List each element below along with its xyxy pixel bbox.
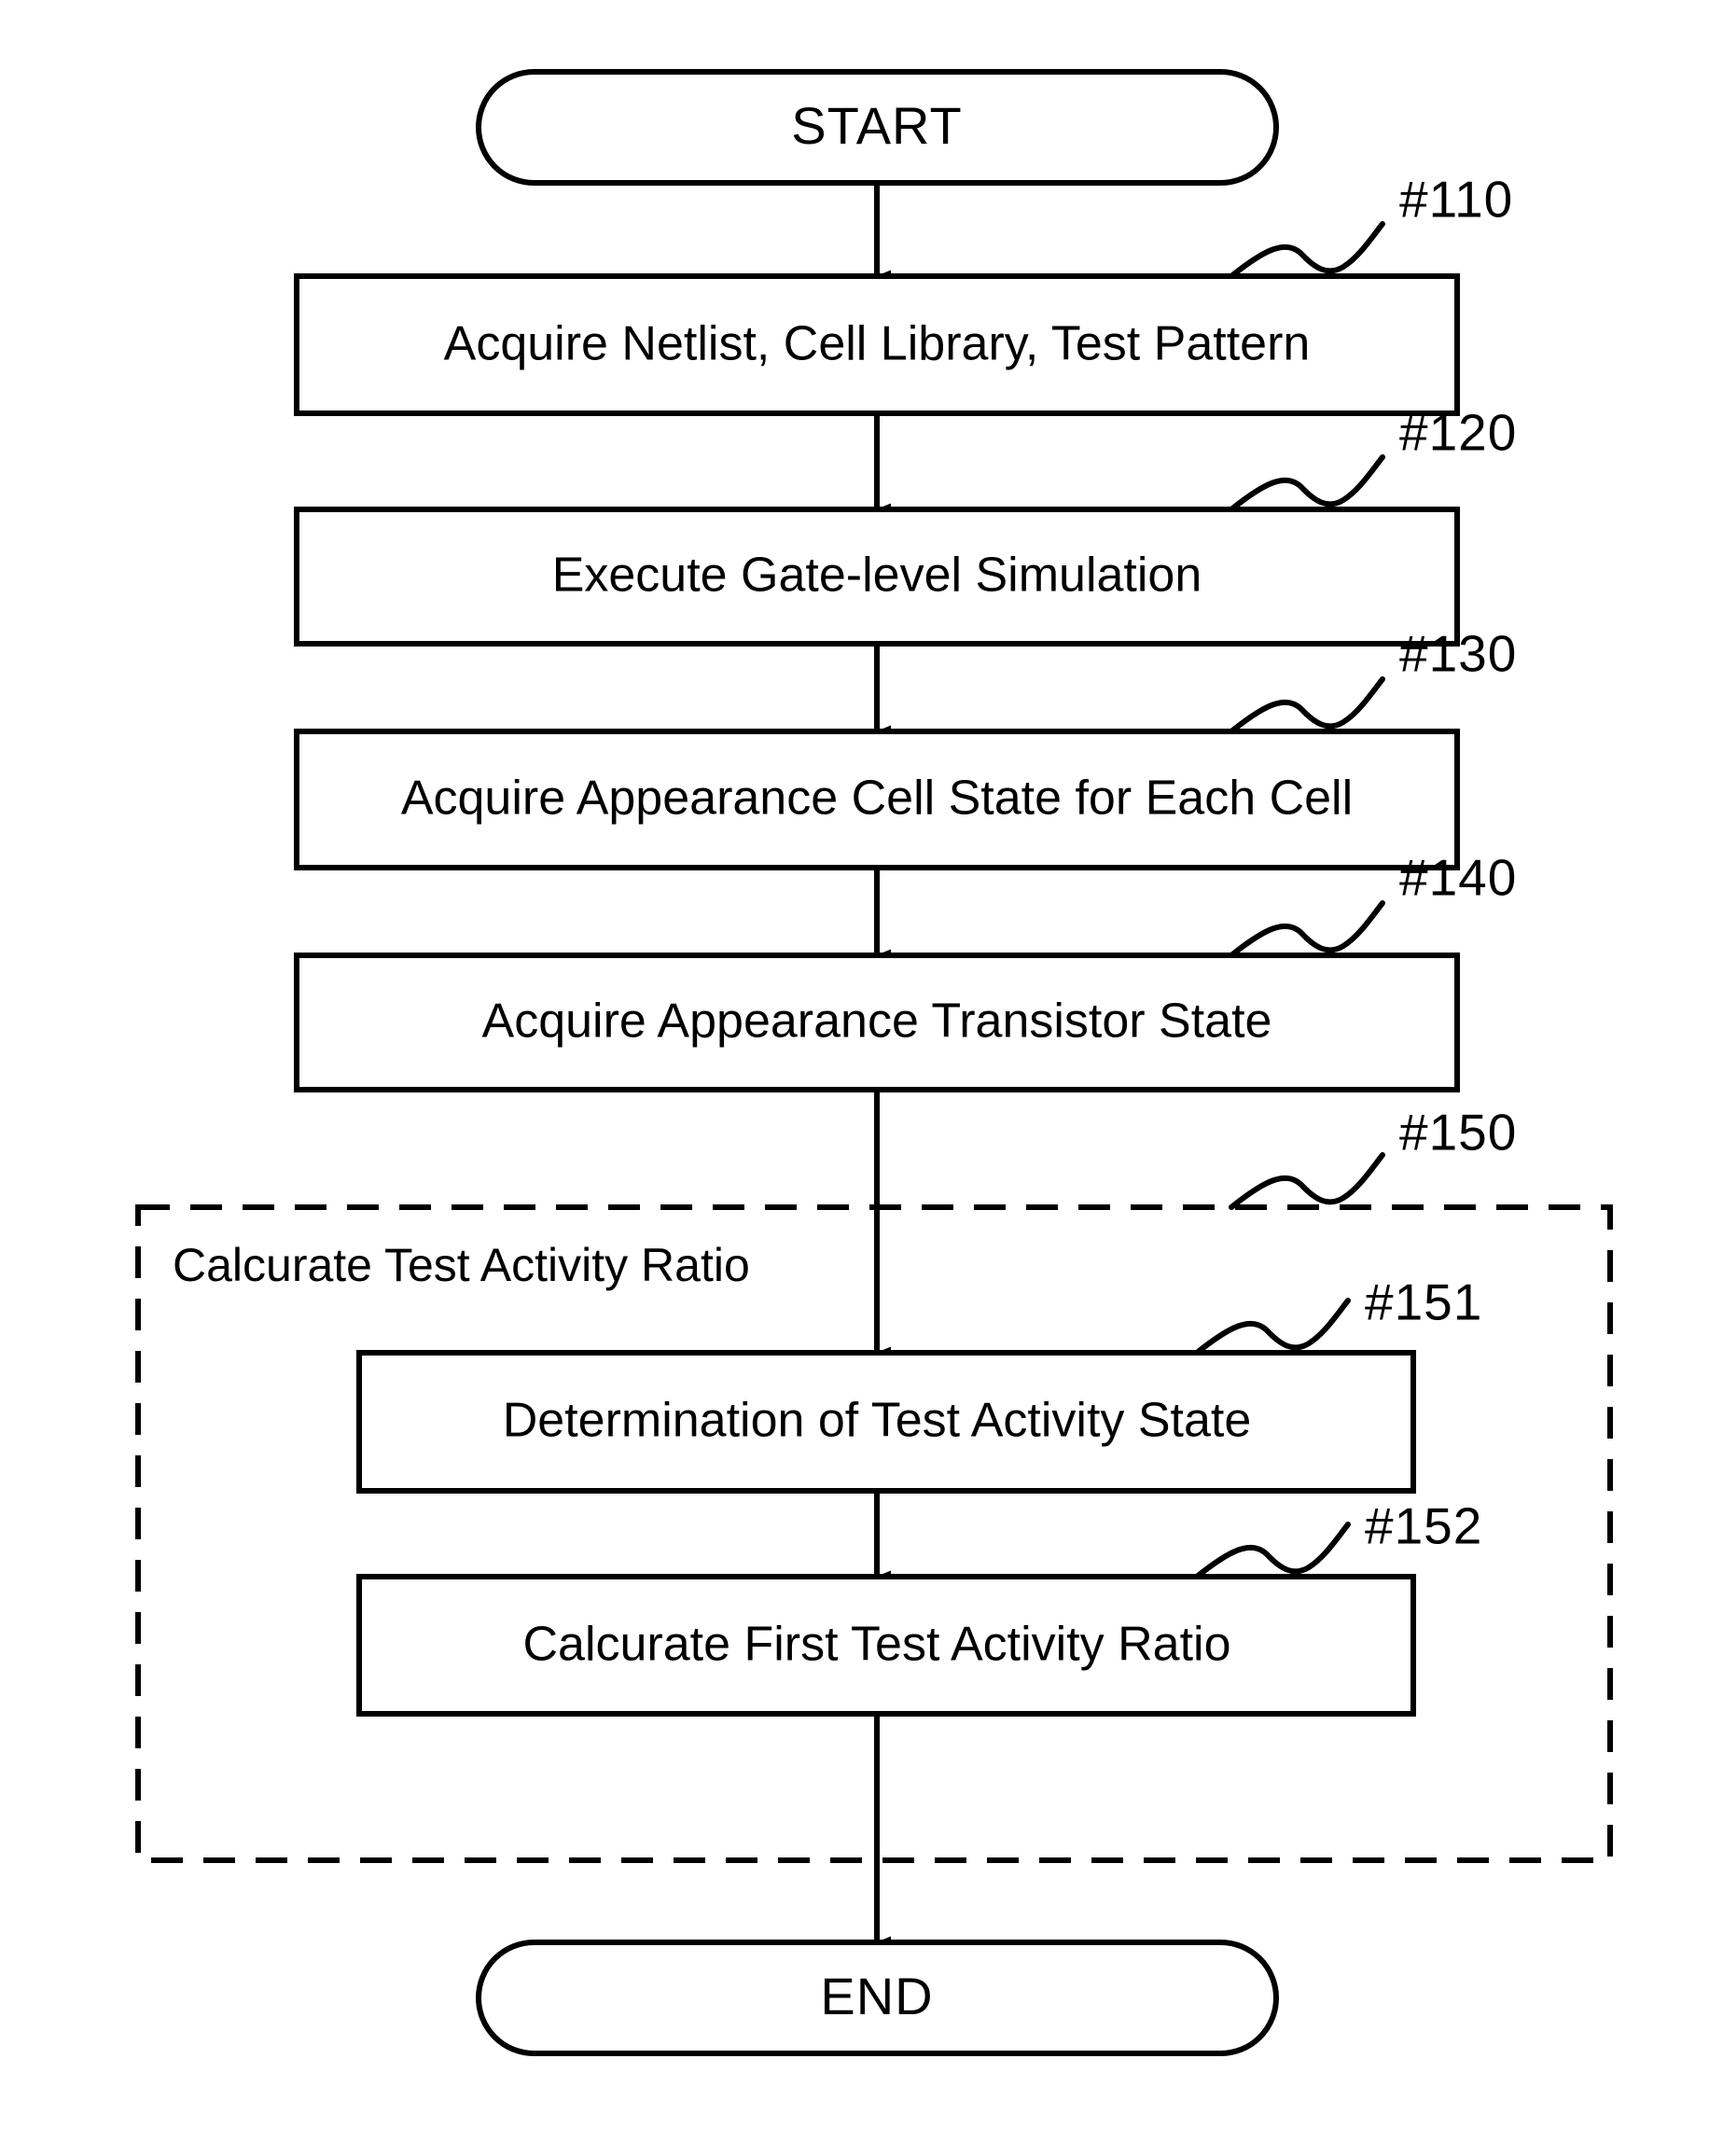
node-start: START — [476, 69, 1279, 186]
step-130-label: Acquire Appearance Cell State for Each C… — [401, 772, 1353, 826]
ref-151-squiggle — [1194, 1298, 1351, 1356]
node-step-140: Acquire Appearance Transistor State — [294, 953, 1460, 1092]
ref-110-label: #110 — [1399, 171, 1513, 229]
ref-152-squiggle — [1194, 1522, 1351, 1579]
node-step-152: Calcurate First Test Activity Ratio — [356, 1574, 1416, 1717]
step-152-label: Calcurate First Test Activity Ratio — [522, 1618, 1230, 1672]
end-label: END — [820, 1967, 933, 2025]
ref-120-label: #120 — [1399, 404, 1517, 462]
ref-150-squiggle — [1229, 1152, 1385, 1210]
ref-152-label: #152 — [1365, 1497, 1482, 1555]
ref-151-label: #151 — [1365, 1273, 1482, 1331]
flowchart-canvas: Calcurate Test Activity Ratio START Acqu… — [0, 0, 1723, 2156]
node-step-130: Acquire Appearance Cell State for Each C… — [294, 729, 1460, 870]
step-140-label: Acquire Appearance Transistor State — [482, 995, 1272, 1049]
ref-120-squiggle — [1229, 454, 1385, 512]
ref-140-squiggle — [1229, 900, 1385, 958]
start-label: START — [791, 96, 962, 155]
step-120-label: Execute Gate-level Simulation — [552, 549, 1202, 603]
flowchart-svg: Calcurate Test Activity Ratio START Acqu… — [135, 69, 1613, 2056]
node-step-110: Acquire Netlist, Cell Library, Test Patt… — [294, 273, 1460, 416]
ref-140-label: #140 — [1399, 849, 1517, 907]
step-110-label: Acquire Netlist, Cell Library, Test Patt… — [444, 317, 1311, 371]
group-label-calcurate-test-activity-ratio: Calcurate Test Activity Ratio — [173, 1239, 750, 1291]
node-step-151: Determination of Test Activity State — [356, 1350, 1416, 1494]
node-end: END — [476, 1940, 1279, 2056]
ref-130-squiggle — [1229, 676, 1385, 734]
ref-130-label: #130 — [1399, 625, 1517, 683]
ref-150-label: #150 — [1399, 1104, 1517, 1161]
node-step-120: Execute Gate-level Simulation — [294, 507, 1460, 647]
ref-110-squiggle — [1229, 221, 1385, 279]
step-151-label: Determination of Test Activity State — [503, 1394, 1252, 1448]
